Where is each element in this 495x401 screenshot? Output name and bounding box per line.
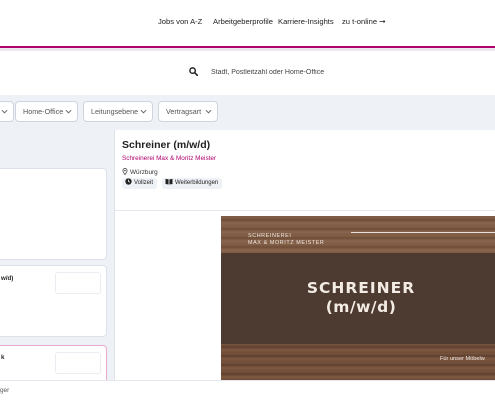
banner-brand-line1: SCHREINEREI: [248, 233, 292, 239]
filter-button-partial[interactable]: [0, 101, 14, 122]
banner-brand-line2: MAX & MORITZ MEISTER: [248, 240, 325, 246]
tag-vollzeit-label: Vollzeit: [134, 180, 154, 186]
chevron-down-icon: [205, 109, 212, 114]
results-list: w/d) k: [0, 128, 112, 385]
nav-link-t-online-label: zu t-online: [342, 17, 378, 26]
result-card[interactable]: [0, 168, 107, 260]
filter-home-office-label: Home-Office: [23, 107, 64, 116]
tag-weiterbildungen-label: Weiterbildungen: [175, 180, 219, 186]
chevron-down-icon: [65, 109, 72, 114]
chevron-down-icon: [1, 109, 8, 114]
filter-home-office[interactable]: Home-Office: [15, 101, 78, 122]
company-logo: [55, 352, 101, 374]
tag-weiterbildungen: Weiterbildungen: [162, 178, 223, 189]
tag-vollzeit: Vollzeit: [122, 178, 158, 189]
chevron-down-icon: [140, 109, 147, 114]
banner-subtitle: (m/w/d): [325, 298, 397, 316]
clock-icon: [125, 178, 132, 185]
filter-bar: Home-Office Leitungsebene Vertragsart: [0, 95, 495, 128]
nav-link-arbeitgeberprofile[interactable]: Arbeitgeberprofile: [213, 17, 273, 26]
job-location: Würzburg: [122, 168, 158, 176]
filter-vertragsart[interactable]: Vertragsart: [158, 101, 218, 122]
bottom-bar: ger: [0, 380, 495, 401]
nav-link-jobs-a-z[interactable]: Jobs von A-Z: [158, 17, 202, 26]
bottom-bar-text: ger: [0, 387, 10, 394]
nav-link-karriere-insights[interactable]: Karriere-Insights: [278, 17, 334, 26]
result-card-title: k: [1, 354, 5, 361]
banner-divider-line: [351, 232, 495, 233]
filter-vertragsart-label: Vertragsart: [166, 107, 202, 116]
job-location-label: Würzburg: [130, 169, 158, 176]
banner-title: SCHREINER: [306, 279, 416, 297]
job-detail-header: Schreiner (m/w/d) Schreinerei Max & Mori…: [115, 130, 495, 211]
company-banner-image: SCHREINEREI MAX & MORITZ MEISTER SCHREIN…: [221, 216, 495, 380]
result-card[interactable]: w/d): [0, 265, 107, 337]
banner-brand: SCHREINEREI MAX & MORITZ MEISTER: [248, 233, 324, 247]
banner-tagline: Für unser Möbelw: [440, 356, 485, 362]
location-pin-icon: [122, 168, 128, 175]
company-logo: [55, 272, 101, 294]
nav-shadow: [0, 48, 495, 51]
job-detail-panel: Schreiner (m/w/d) Schreinerei Max & Mori…: [114, 130, 495, 380]
result-card-title: w/d): [1, 275, 14, 282]
search-icon[interactable]: [189, 67, 198, 76]
result-card-selected[interactable]: k: [0, 345, 107, 385]
filter-leitungsebene[interactable]: Leitungsebene: [83, 101, 153, 122]
company-name[interactable]: Schreinerei Max & Moritz Meister: [122, 155, 216, 162]
book-icon: [165, 178, 173, 185]
filter-leitungsebene-label: Leitungsebene: [91, 107, 139, 116]
banner-wood-texture: [221, 344, 495, 380]
job-title: Schreiner (m/w/d): [122, 139, 211, 151]
arrow-right-icon: ➞: [379, 17, 386, 26]
top-navigation: Jobs von A-Z Arbeitgeberprofile Karriere…: [0, 0, 495, 46]
location-search-input[interactable]: [211, 64, 481, 80]
search-bar: [0, 56, 495, 88]
nav-link-t-online[interactable]: zu t-online ➞: [342, 17, 386, 26]
